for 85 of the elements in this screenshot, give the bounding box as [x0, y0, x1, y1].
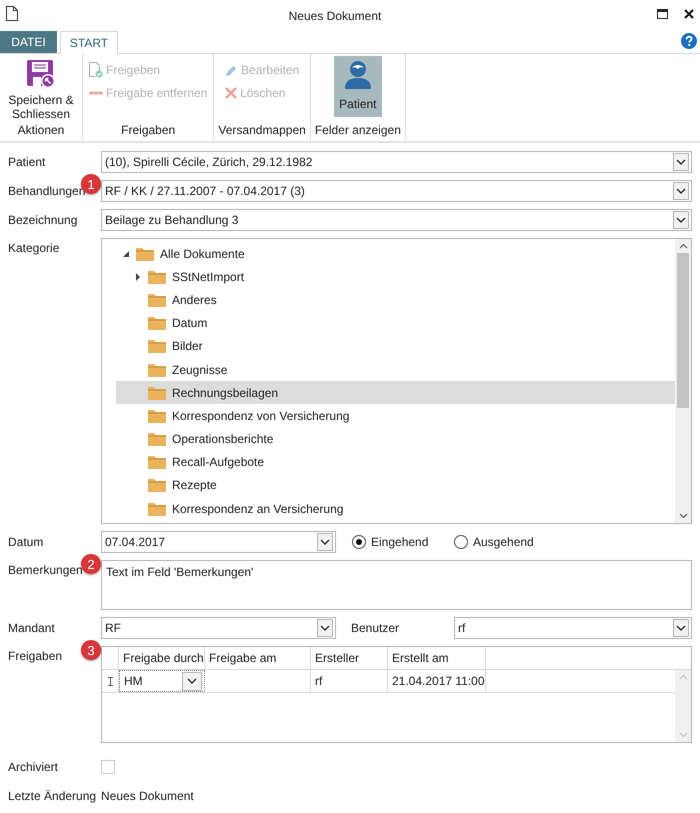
tree-item[interactable]: Bilder [116, 334, 675, 358]
folder-icon [136, 246, 154, 261]
close-icon[interactable] [684, 9, 694, 19]
save-icon [26, 59, 56, 89]
folder-icon [148, 270, 166, 284]
column-header[interactable]: Erstellt am [388, 647, 486, 669]
folder-icon [148, 455, 166, 470]
tree-item[interactable]: Zeugnisse [116, 358, 675, 382]
folder-icon [148, 432, 166, 446]
chevron-down-icon [320, 538, 330, 546]
radio-button[interactable]: Eingehend [352, 535, 438, 549]
document-check-icon [89, 62, 103, 78]
chevron-down-icon [187, 678, 197, 684]
folder-icon [148, 362, 166, 377]
scrollbar[interactable] [675, 239, 691, 523]
maximize-icon[interactable] [657, 9, 668, 19]
ribbon-tab[interactable]: START [60, 31, 118, 54]
column-header[interactable]: Freigabe am [205, 647, 311, 669]
folder-icon [148, 478, 166, 492]
group-label: Aktionen [18, 123, 64, 139]
collapsed-icon[interactable] [134, 272, 142, 281]
group-label: Freigaben [121, 123, 176, 139]
field-value: Neues Dokument [101, 789, 194, 803]
minus-icon [89, 91, 103, 95]
pencil-icon [225, 64, 238, 76]
tree-item[interactable]: Rezepte [116, 474, 675, 498]
tree-item[interactable]: SStNetImport [116, 265, 675, 288]
document-icon [6, 6, 18, 21]
field-label: Benutzer [351, 621, 400, 635]
save-close-button[interactable]: Speichern & Schliessen [4, 56, 78, 121]
tree-item[interactable]: Korrespondenz an Versicherung [116, 497, 675, 520]
chevron-down-icon [676, 188, 686, 194]
folder-icon [148, 502, 166, 516]
folder-icon [148, 386, 166, 400]
field-label: Bezeichnung [8, 213, 78, 227]
field-label: Patient [8, 155, 46, 169]
folder-icon [148, 292, 166, 307]
chevron-down-icon [676, 216, 686, 224]
folder-icon [148, 408, 166, 423]
help-icon[interactable] [681, 33, 697, 49]
table-cell: 21.04.2017 11:00 [388, 670, 486, 692]
group-label: Versandmappen [218, 123, 306, 139]
field-label: Archiviert [8, 760, 58, 774]
group-label: Felder anzeigen [314, 123, 401, 139]
combo-box[interactable]: RF / KK / 27.11.2007 - 07.04.2017 (3) [101, 180, 692, 202]
cross-icon [225, 87, 238, 99]
field-label: Datum [8, 535, 44, 549]
folder-icon [148, 339, 166, 354]
remarks-field[interactable]: Text im Feld 'Bemerkungen' [101, 560, 692, 610]
tree-item[interactable]: Operationsberichte [116, 428, 675, 451]
field-label: Bemerkungen [8, 563, 83, 577]
scroll-down-icon[interactable] [678, 513, 688, 519]
field-label: Letzte Änderung [8, 789, 96, 803]
tree-item[interactable]: Anderes [116, 288, 675, 312]
chevron-down-icon [676, 624, 686, 632]
field-label: Freigaben [8, 649, 62, 663]
tree-item[interactable]: Datum [116, 312, 675, 335]
person-icon [342, 59, 373, 89]
tree-item[interactable]: Alle Dokumente [120, 242, 675, 266]
combo-box[interactable]: Beilage zu Behandlung 3 [101, 209, 692, 231]
window-title: Neues Dokument [288, 8, 382, 22]
archived-checkbox[interactable] [101, 760, 115, 774]
patient-button[interactable]: Patient [334, 56, 382, 117]
chevron-down-icon [320, 624, 330, 632]
tree-item[interactable]: Korrespondenz von Versicherung [116, 404, 675, 428]
radio-button[interactable]: Ausgehend [454, 535, 540, 549]
field-label: Mandant [8, 621, 55, 635]
field-label: Kategorie [8, 241, 60, 255]
file-tab[interactable]: DATEI [0, 31, 57, 53]
tree-item[interactable]: Rechnungsbeilagen [116, 381, 675, 404]
folder-icon [148, 316, 166, 330]
table-cell[interactable]: HM [119, 670, 205, 692]
callout-badge: 3 [81, 640, 101, 660]
combo-box[interactable]: rf [454, 617, 692, 639]
expanded-icon[interactable] [122, 250, 130, 258]
tree-item[interactable]: Recall-Aufgebote [116, 450, 675, 474]
combo-box[interactable]: RF [101, 617, 336, 639]
date-field[interactable]: 07.04.2017 [101, 531, 336, 553]
callout-badge: 2 [81, 554, 101, 574]
table-cell: rf [311, 670, 388, 692]
column-header[interactable]: Freigabe durch [119, 647, 205, 669]
scroll-up-icon[interactable] [678, 243, 688, 249]
combo-box[interactable]: (10), Spirelli Cécile, Zürich, 29.12.1982 [101, 151, 692, 173]
chevron-down-icon [676, 158, 686, 166]
column-header[interactable]: Ersteller [311, 647, 388, 669]
